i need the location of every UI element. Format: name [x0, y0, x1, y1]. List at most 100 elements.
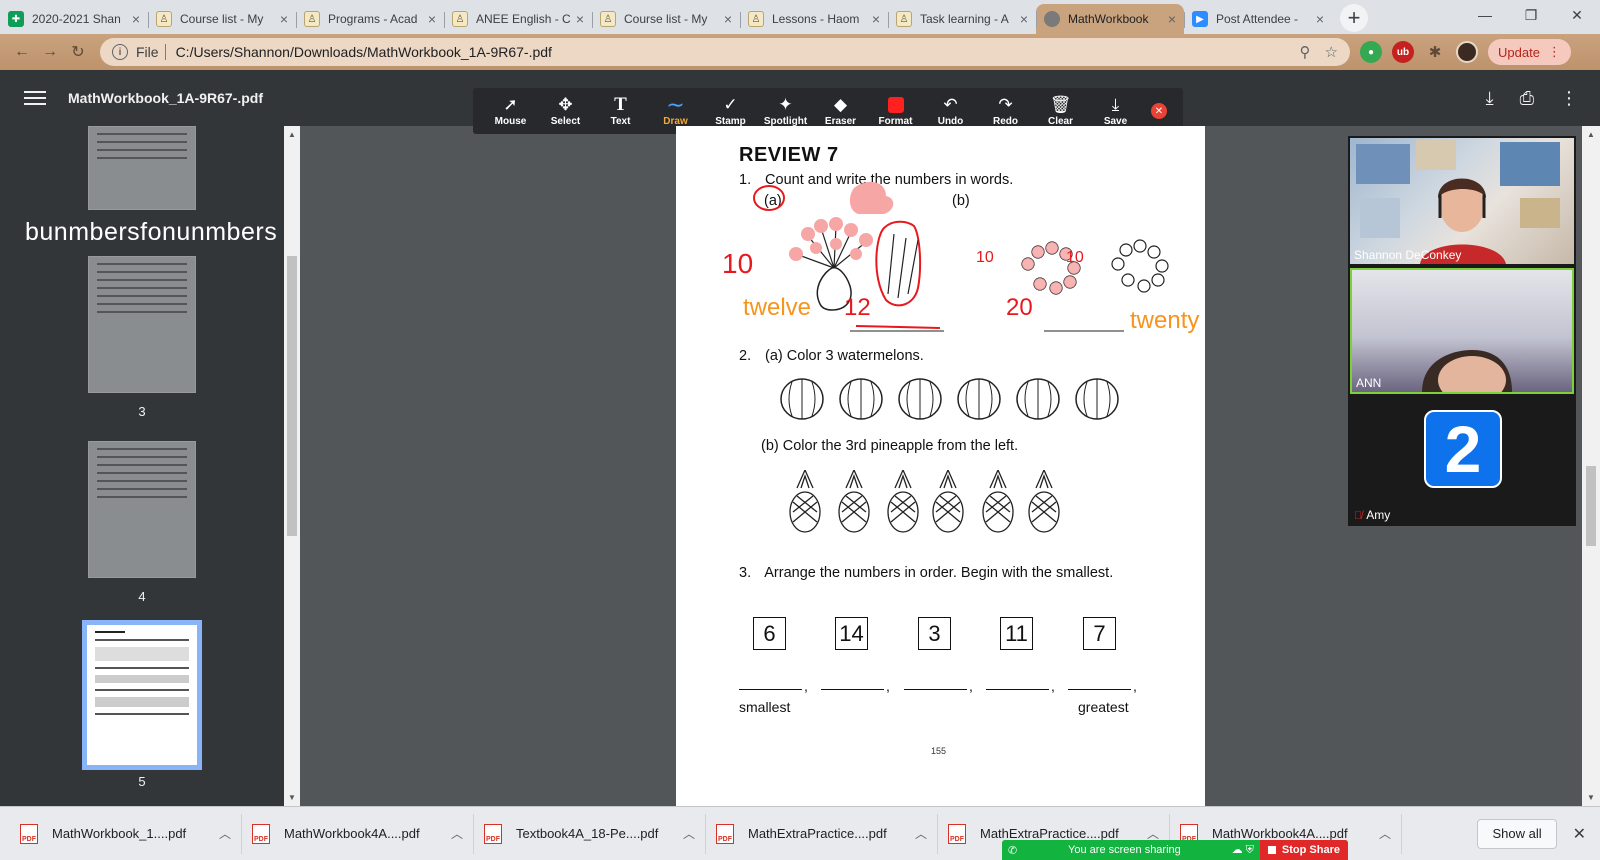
tab-lessons[interactable]: ♙ Lessons - Haom ×	[740, 4, 888, 34]
extension-green-icon[interactable]: ●	[1360, 41, 1382, 63]
zoom-magnifier-icon[interactable]: ⚲	[1300, 43, 1311, 61]
tool-clear[interactable]: 🗑 Clear	[1033, 95, 1088, 127]
ublock-icon[interactable]: ub	[1392, 41, 1414, 63]
tool-save[interactable]: ⤓ Save	[1088, 95, 1143, 127]
tab-task-learning[interactable]: ♙ Task learning - A ×	[888, 4, 1036, 34]
answer-blank	[986, 689, 1049, 690]
tool-spotlight[interactable]: ✦ Spotlight	[758, 95, 813, 127]
chevron-up-icon[interactable]: ︿	[915, 825, 927, 842]
url-text[interactable]: C:/Users/Shannon/Downloads/MathWorkbook_…	[176, 44, 1286, 60]
back-icon[interactable]: ←	[8, 38, 36, 66]
tab-spreadsheet[interactable]: ✚ 2020-2021 Shan ×	[0, 4, 148, 34]
scroll-down-icon[interactable]: ▼	[288, 793, 296, 802]
globe-icon	[1044, 11, 1060, 27]
tab-mathworkbook[interactable]: MathWorkbook ×	[1036, 4, 1184, 34]
chevron-up-icon[interactable]: ︿	[1379, 825, 1391, 842]
tab-course-list[interactable]: ♙ Course list - My ×	[148, 4, 296, 34]
close-icon[interactable]: ✕	[1573, 824, 1586, 844]
number-box: 11	[1000, 617, 1033, 650]
more-vert-icon[interactable]: ⋮	[1560, 88, 1578, 109]
close-icon[interactable]: ×	[1020, 11, 1028, 27]
tool-label: Select	[550, 116, 581, 127]
menu-icon[interactable]	[24, 91, 46, 105]
close-icon[interactable]: ×	[1168, 11, 1176, 27]
tab-programs[interactable]: ♙ Programs - Acad ×	[296, 4, 444, 34]
close-icon[interactable]: ×	[132, 11, 140, 27]
question-2a: 2. (a) Color 3 watermelons.	[739, 348, 924, 364]
thumbnail-scrollbar[interactable]: ▲ ▼	[284, 126, 300, 806]
close-icon[interactable]: ×	[280, 11, 288, 27]
scroll-up-icon[interactable]: ▲	[288, 130, 296, 139]
question-2b: (b) Color the 3rd pineapple from the lef…	[761, 438, 1019, 454]
reload-icon[interactable]: ↻	[64, 38, 92, 66]
tool-text[interactable]: T Text	[593, 95, 648, 128]
page-thumbnail-5[interactable]	[82, 620, 202, 770]
page-thumbnail[interactable]	[88, 126, 196, 210]
pdf-page: REVIEW 7 1. Count and write the numbers …	[676, 126, 1205, 806]
webcam-scene	[1422, 350, 1512, 392]
page-thumbnail-4[interactable]	[88, 441, 196, 578]
tool-select[interactable]: ✥ Select	[538, 95, 593, 127]
close-icon[interactable]: ×	[724, 11, 732, 27]
scroll-thumb[interactable]	[287, 256, 297, 536]
profile-avatar[interactable]	[1456, 41, 1478, 63]
tab-anee-english[interactable]: ♙ ANEE English - C ×	[444, 4, 592, 34]
close-icon[interactable]: ×	[576, 11, 584, 27]
document-icon: ♙	[600, 11, 616, 27]
restore-icon[interactable]: ❐	[1508, 0, 1554, 30]
close-icon[interactable]: ×	[1316, 11, 1324, 27]
scroll-down-icon[interactable]: ▼	[1587, 793, 1595, 802]
tool-redo[interactable]: ↷ Redo	[978, 95, 1033, 127]
tool-format[interactable]: Format	[868, 95, 923, 127]
comma: ,	[969, 678, 973, 694]
chevron-up-icon[interactable]: ︿	[219, 825, 231, 842]
tool-draw[interactable]: ∼ Draw	[648, 94, 703, 128]
download-item[interactable]: PDF MathWorkbook_1....pdf ︿	[10, 813, 242, 854]
download-filename: MathExtraPractice....pdf	[748, 826, 887, 841]
close-icon[interactable]: ×	[872, 11, 880, 27]
tool-undo[interactable]: ↶ Undo	[923, 95, 978, 127]
chevron-up-icon[interactable]: ︿	[451, 825, 463, 842]
new-tab-button[interactable]: +	[1340, 4, 1368, 32]
divider	[164, 44, 166, 60]
bookmark-star-icon[interactable]: ☆	[1325, 43, 1338, 61]
chevron-up-icon[interactable]: ︿	[683, 825, 695, 842]
tab-label: Course list - My	[624, 12, 708, 26]
document-scrollbar[interactable]: ▲ ▼	[1582, 126, 1600, 806]
participant-name: ANN	[1356, 376, 1382, 390]
tab-course-list-2[interactable]: ♙ Course list - My ×	[592, 4, 740, 34]
tool-eraser[interactable]: ◆ Eraser	[813, 95, 868, 127]
page-thumbnail-3[interactable]	[88, 256, 196, 393]
sheets-icon: ✚	[8, 11, 24, 27]
participant-tile[interactable]: 2 🎙̸ Amy	[1350, 398, 1574, 524]
participant-name-row: 🎙̸ Amy	[1354, 508, 1390, 522]
extensions-puzzle-icon[interactable]: ✱	[1424, 41, 1446, 63]
minimize-icon[interactable]: —	[1462, 0, 1508, 30]
tab-post-attendee[interactable]: ▶ Post Attendee - ×	[1184, 4, 1332, 34]
download-item[interactable]: PDF MathWorkbook4A....pdf ︿	[242, 813, 474, 854]
forward-icon[interactable]: →	[36, 38, 64, 66]
download-icon[interactable]: ⤓	[1486, 88, 1494, 109]
download-item[interactable]: PDF MathExtraPractice....pdf ︿	[706, 813, 938, 854]
close-window-icon[interactable]: ✕	[1554, 0, 1600, 30]
window-controls: — ❐ ✕	[1462, 0, 1600, 34]
tool-stamp[interactable]: ✓ Stamp	[703, 95, 758, 127]
answer-blank	[904, 689, 967, 690]
thumbnail-page-number: 5	[138, 774, 146, 789]
participant-video-active[interactable]: ANN	[1350, 268, 1574, 394]
page-number: 155	[931, 746, 947, 756]
update-button[interactable]: Update ⋮	[1488, 39, 1571, 65]
participant-video[interactable]: Shannon DeConkey	[1350, 138, 1574, 264]
close-icon[interactable]: ×	[428, 11, 436, 27]
close-annotation-icon[interactable]: ✕	[1151, 103, 1167, 119]
show-all-button[interactable]: Show all	[1477, 818, 1557, 849]
download-item[interactable]: PDF Textbook4A_18-Pe....pdf ︿	[474, 813, 706, 854]
scroll-thumb[interactable]	[1586, 466, 1596, 546]
tool-mouse[interactable]: ➚ Mouse	[483, 95, 538, 127]
stop-share-button[interactable]: Stop Share	[1259, 840, 1348, 860]
info-icon[interactable]: i	[112, 44, 128, 60]
address-bar[interactable]: i File C:/Users/Shannon/Downloads/MathWo…	[100, 38, 1350, 66]
scroll-up-icon[interactable]: ▲	[1587, 130, 1595, 139]
download-filename: MathWorkbook4A....pdf	[1212, 826, 1348, 841]
print-icon[interactable]: ⎙	[1520, 88, 1534, 109]
